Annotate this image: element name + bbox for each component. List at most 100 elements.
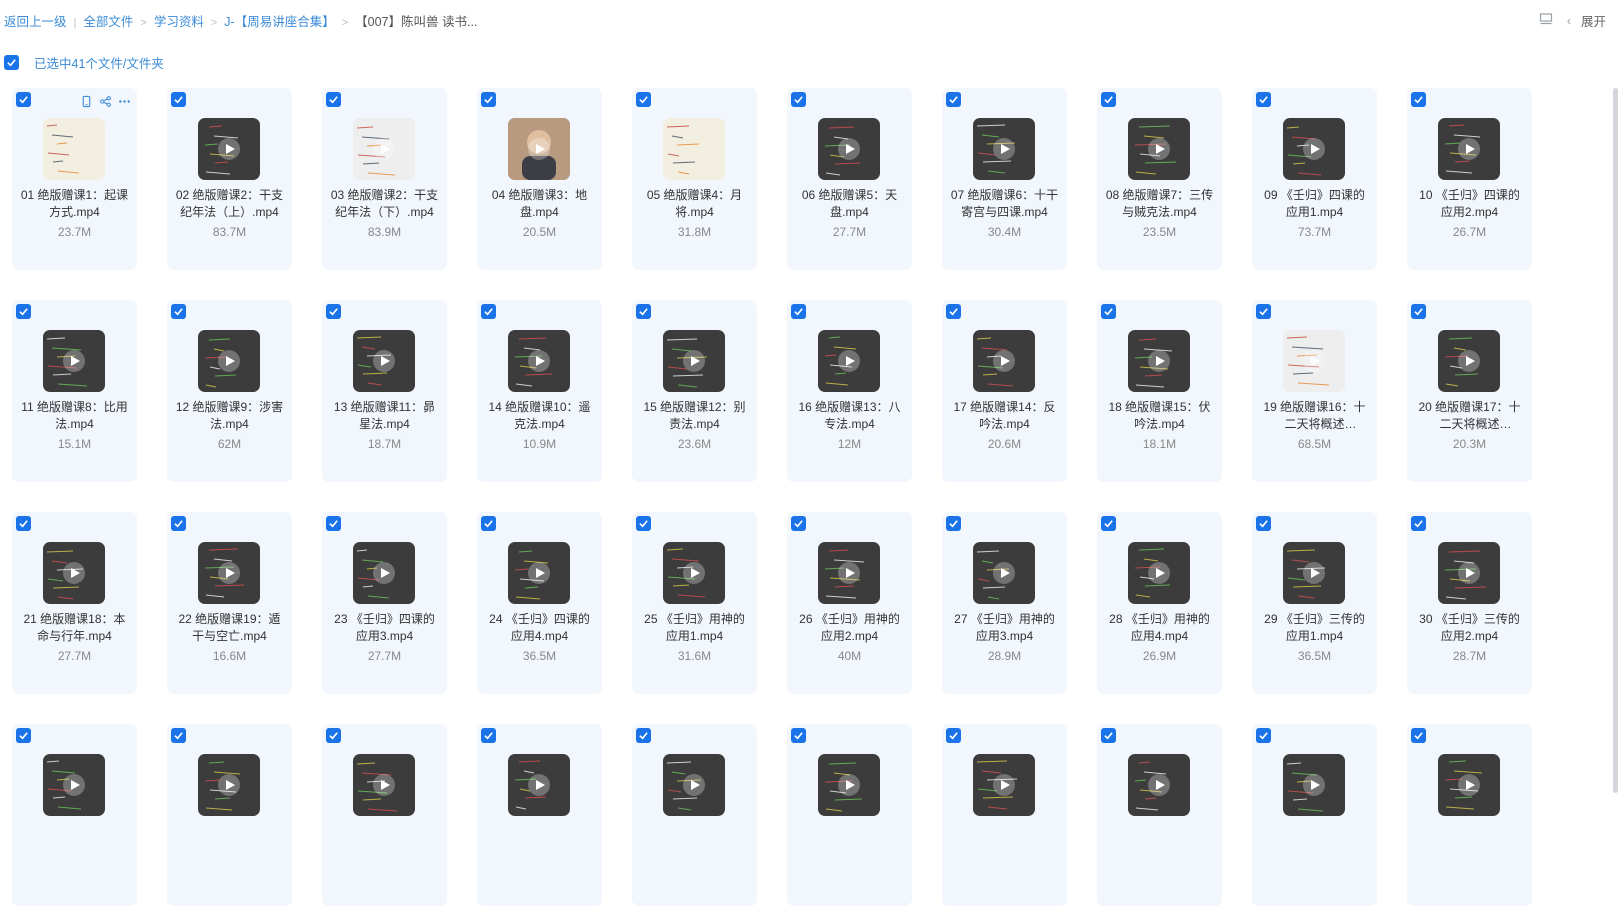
file-checkbox[interactable] <box>946 304 961 319</box>
file-name[interactable]: 15 绝版赠课12：别责法.mp4 <box>640 399 749 433</box>
file-card[interactable] <box>322 724 447 906</box>
file-card[interactable]: 23 《壬归》四课的应用3.mp4 27.7M <box>322 512 447 694</box>
file-name[interactable]: 27 《壬归》用神的应用3.mp4 <box>950 611 1059 645</box>
file-checkbox[interactable] <box>16 304 31 319</box>
file-checkbox[interactable] <box>16 728 31 743</box>
file-name[interactable]: 23 《壬归》四课的应用3.mp4 <box>330 611 439 645</box>
file-checkbox[interactable] <box>636 728 651 743</box>
file-checkbox[interactable] <box>481 304 496 319</box>
file-name[interactable]: 13 绝版赠课11：昴星法.mp4 <box>330 399 439 433</box>
file-name[interactable]: 11 绝版赠课8：比用法.mp4 <box>20 399 129 433</box>
file-name[interactable]: 16 绝版赠课13：八专法.mp4 <box>795 399 904 433</box>
file-card[interactable] <box>1252 724 1377 906</box>
file-card[interactable]: 07 绝版赠课6：十干寄宫与四课.mp4 30.4M <box>942 88 1067 270</box>
file-card[interactable]: 24 《壬归》四课的应用4.mp4 36.5M <box>477 512 602 694</box>
file-card[interactable]: 03 绝版赠课2：干支纪年法（下）.mp4 83.9M <box>322 88 447 270</box>
file-card[interactable]: 01 绝版赠课1：起课方式.mp4 23.7M <box>12 88 137 270</box>
file-card[interactable]: 21 绝版赠课18：本命与行年.mp4 27.7M <box>12 512 137 694</box>
file-checkbox[interactable] <box>481 516 496 531</box>
file-checkbox[interactable] <box>791 516 806 531</box>
file-card[interactable]: 08 绝版赠课7：三传与贼克法.mp4 23.5M <box>1097 88 1222 270</box>
file-name[interactable]: 25 《壬归》用神的应用1.mp4 <box>640 611 749 645</box>
file-checkbox[interactable] <box>1256 516 1271 531</box>
file-checkbox[interactable] <box>636 304 651 319</box>
file-card[interactable]: 05 绝版赠课4：月将.mp4 31.8M <box>632 88 757 270</box>
file-name[interactable]: 18 绝版赠课15：伏吟法.mp4 <box>1105 399 1214 433</box>
file-name[interactable]: 22 绝版赠课19：遁干与空亡.mp4 <box>175 611 284 645</box>
file-checkbox[interactable] <box>1256 92 1271 107</box>
file-checkbox[interactable] <box>1256 728 1271 743</box>
file-name[interactable]: 04 绝版赠课3：地盘.mp4 <box>485 187 594 221</box>
file-checkbox[interactable] <box>326 516 341 531</box>
file-checkbox[interactable] <box>171 728 186 743</box>
expand-button[interactable]: ‹ 展开 <box>1567 11 1606 30</box>
file-checkbox[interactable] <box>791 304 806 319</box>
file-name[interactable]: 01 绝版赠课1：起课方式.mp4 <box>20 187 129 221</box>
file-name[interactable]: 05 绝版赠课4：月将.mp4 <box>640 187 749 221</box>
file-card[interactable]: 29 《壬归》三传的应用1.mp4 36.5M <box>1252 512 1377 694</box>
file-checkbox[interactable] <box>1101 304 1116 319</box>
file-name[interactable]: 09 《壬归》四课的应用1.mp4 <box>1260 187 1369 221</box>
file-card[interactable]: 30 《壬归》三传的应用2.mp4 28.7M <box>1407 512 1532 694</box>
file-checkbox[interactable] <box>1101 516 1116 531</box>
file-checkbox[interactable] <box>1411 728 1426 743</box>
file-card[interactable]: 09 《壬归》四课的应用1.mp4 73.7M <box>1252 88 1377 270</box>
file-card[interactable]: 11 绝版赠课8：比用法.mp4 15.1M <box>12 300 137 482</box>
layout-icon[interactable] <box>1539 13 1553 28</box>
file-name[interactable]: 06 绝版赠课5：天盘.mp4 <box>795 187 904 221</box>
file-checkbox[interactable] <box>16 516 31 531</box>
file-card[interactable] <box>12 724 137 906</box>
file-name[interactable]: 07 绝版赠课6：十干寄宫与四课.mp4 <box>950 187 1059 221</box>
file-checkbox[interactable] <box>171 92 186 107</box>
file-name[interactable]: 30 《壬归》三传的应用2.mp4 <box>1415 611 1524 645</box>
file-name[interactable]: 28 《壬归》用神的应用4.mp4 <box>1105 611 1214 645</box>
file-card[interactable]: 22 绝版赠课19：遁干与空亡.mp4 16.6M <box>167 512 292 694</box>
file-card[interactable] <box>1097 724 1222 906</box>
file-card[interactable]: 25 《壬归》用神的应用1.mp4 31.6M <box>632 512 757 694</box>
file-checkbox[interactable] <box>1411 92 1426 107</box>
file-card[interactable] <box>787 724 912 906</box>
file-name[interactable]: 14 绝版赠课10：遥克法.mp4 <box>485 399 594 433</box>
file-card[interactable]: 15 绝版赠课12：别责法.mp4 23.6M <box>632 300 757 482</box>
file-checkbox[interactable] <box>1101 92 1116 107</box>
breadcrumb-item-study[interactable]: 学习资料 <box>154 15 204 29</box>
file-name[interactable]: 08 绝版赠课7：三传与贼克法.mp4 <box>1105 187 1214 221</box>
file-name[interactable]: 19 绝版赠课16：十二天将概述（上）.mp4 <box>1260 399 1369 433</box>
file-checkbox[interactable] <box>171 516 186 531</box>
phone-icon[interactable] <box>79 94 93 108</box>
file-checkbox[interactable] <box>946 516 961 531</box>
file-checkbox[interactable] <box>326 304 341 319</box>
file-card[interactable]: 20 绝版赠课17：十二天将概述（下）.mp4 20.3M <box>1407 300 1532 482</box>
file-card[interactable] <box>477 724 602 906</box>
file-checkbox[interactable] <box>791 92 806 107</box>
file-name[interactable]: 17 绝版赠课14：反吟法.mp4 <box>950 399 1059 433</box>
file-card[interactable]: 17 绝版赠课14：反吟法.mp4 20.6M <box>942 300 1067 482</box>
file-name[interactable]: 24 《壬归》四课的应用4.mp4 <box>485 611 594 645</box>
file-name[interactable]: 20 绝版赠课17：十二天将概述（下）.mp4 <box>1415 399 1524 433</box>
share-icon[interactable] <box>98 94 112 108</box>
file-checkbox[interactable] <box>791 728 806 743</box>
file-name[interactable]: 02 绝版赠课2：干支纪年法（上）.mp4 <box>175 187 284 221</box>
file-checkbox[interactable] <box>1256 304 1271 319</box>
file-checkbox[interactable] <box>171 304 186 319</box>
file-checkbox[interactable] <box>636 516 651 531</box>
file-checkbox[interactable] <box>326 92 341 107</box>
file-checkbox[interactable] <box>1411 516 1426 531</box>
file-card[interactable]: 28 《壬归》用神的应用4.mp4 26.9M <box>1097 512 1222 694</box>
file-checkbox[interactable] <box>1411 304 1426 319</box>
scrollbar[interactable] <box>1613 88 1618 793</box>
more-icon[interactable] <box>117 94 131 108</box>
file-card[interactable]: 02 绝版赠课2：干支纪年法（上）.mp4 83.7M <box>167 88 292 270</box>
file-checkbox[interactable] <box>481 92 496 107</box>
file-card[interactable]: 13 绝版赠课11：昴星法.mp4 18.7M <box>322 300 447 482</box>
select-all-checkbox[interactable] <box>4 54 19 70</box>
breadcrumb-item-lectures[interactable]: J-【周易讲座合集】 <box>224 15 334 29</box>
back-link[interactable]: 返回上一级 <box>4 15 67 29</box>
file-checkbox[interactable] <box>1101 728 1116 743</box>
file-name[interactable]: 21 绝版赠课18：本命与行年.mp4 <box>20 611 129 645</box>
file-card[interactable]: 16 绝版赠课13：八专法.mp4 12M <box>787 300 912 482</box>
file-card[interactable]: 18 绝版赠课15：伏吟法.mp4 18.1M <box>1097 300 1222 482</box>
file-card[interactable]: 12 绝版赠课9：涉害法.mp4 62M <box>167 300 292 482</box>
file-checkbox[interactable] <box>636 92 651 107</box>
breadcrumb-item-all-files[interactable]: 全部文件 <box>83 15 133 29</box>
